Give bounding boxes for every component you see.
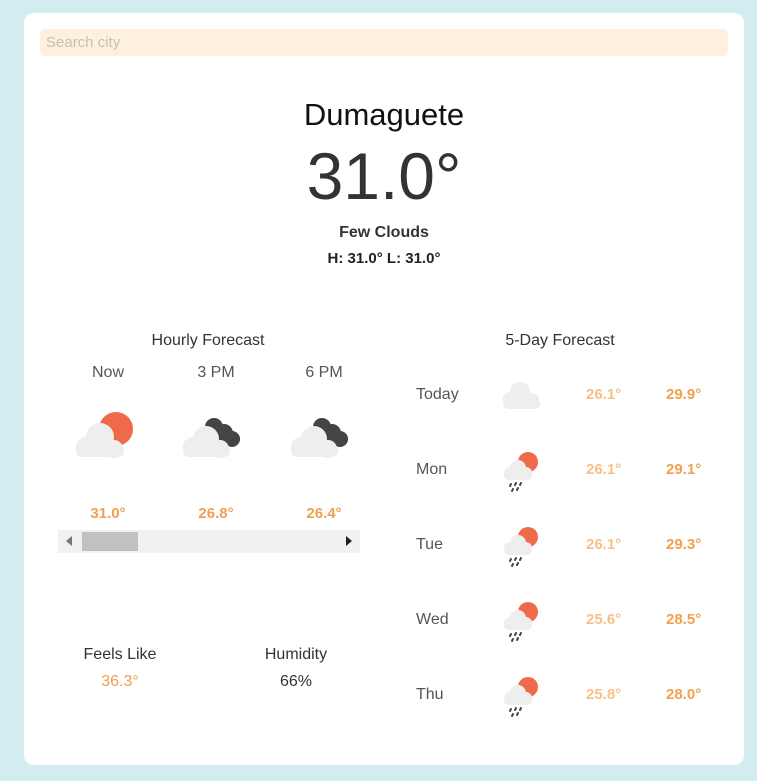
- search-input[interactable]: [40, 29, 728, 56]
- dark-clouds-icon: [274, 409, 360, 469]
- weather-condition: Few Clouds: [339, 224, 429, 241]
- sun-cloud-rain-icon: [494, 666, 554, 722]
- city-name: Dumaguete: [303, 97, 465, 132]
- day-high: 28.0°: [666, 686, 702, 703]
- day-low: 26.1°: [586, 536, 622, 553]
- hour-label: 6 PM: [305, 364, 343, 381]
- day-high: 29.1°: [666, 461, 702, 478]
- sun-cloud-rain-icon: [494, 441, 554, 497]
- humidity-label: Humidity: [264, 646, 328, 663]
- day-low: 26.1°: [586, 461, 622, 478]
- feels-like-stat: Feels Like 36.3°: [60, 646, 180, 691]
- day-high: 28.5°: [666, 611, 702, 628]
- day-low: 25.6°: [586, 611, 622, 628]
- hour-temp: 31.0°: [90, 505, 126, 522]
- feels-like-value: 36.3°: [101, 673, 139, 690]
- high-temp: 31.0°: [347, 250, 383, 267]
- dark-clouds-icon: [166, 409, 266, 469]
- day-high: 29.3°: [666, 536, 702, 553]
- daily-forecast-title: 5-Day Forecast: [505, 332, 615, 349]
- daily-row: Today 26.1° 29.9°: [416, 366, 716, 426]
- day-name: Mon: [416, 461, 448, 478]
- hour-temp: 26.8°: [198, 505, 234, 522]
- scroll-right-icon[interactable]: [346, 536, 352, 546]
- hour-label: 3 PM: [197, 364, 235, 381]
- low-label: L:: [386, 250, 402, 267]
- humidity-stat: Humidity 66%: [236, 646, 356, 691]
- sun-cloud-rain-icon: [494, 516, 554, 572]
- daily-row: Thu 25.8° 28.0°: [416, 666, 716, 726]
- scroll-left-icon[interactable]: [66, 536, 72, 546]
- daily-row: Mon 26.1° 29.1°: [416, 441, 716, 501]
- sun-behind-cloud-icon: [58, 409, 158, 469]
- low-temp: 31.0°: [405, 250, 441, 267]
- hourly-item: 6 PM 26.4°: [274, 363, 360, 522]
- daily-row: Wed 25.6° 28.5°: [416, 591, 716, 651]
- day-low: 25.8°: [586, 686, 622, 703]
- hourly-item: Now 31.0°: [58, 363, 158, 522]
- day-name: Wed: [416, 611, 449, 628]
- hourly-scrollbar[interactable]: [58, 530, 360, 553]
- feels-like-label: Feels Like: [83, 646, 157, 663]
- day-name: Tue: [416, 536, 443, 553]
- day-low: 26.1°: [586, 386, 622, 403]
- daily-row: Tue 26.1° 29.3°: [416, 516, 716, 576]
- hour-temp: 26.4°: [306, 505, 342, 522]
- day-name: Today: [416, 386, 459, 403]
- humidity-value: 66%: [279, 673, 313, 690]
- scrollbar-thumb[interactable]: [82, 532, 138, 551]
- sun-cloud-rain-icon: [494, 591, 554, 647]
- hourly-forecast-title: Hourly Forecast: [151, 332, 265, 349]
- day-name: Thu: [416, 686, 444, 703]
- high-label: H:: [327, 250, 344, 267]
- day-high: 29.9°: [666, 386, 702, 403]
- current-temperature: 31.0°: [306, 139, 462, 213]
- hour-label: Now: [91, 364, 124, 381]
- high-low: H: 31.0° L: 31.0°: [24, 250, 744, 267]
- cloud-icon: [494, 366, 554, 422]
- weather-card: Dumaguete 31.0° Few Clouds H: 31.0° L: 3…: [24, 13, 744, 765]
- hourly-forecast-strip[interactable]: Now 31.0° 3 PM 26.8° 6 PM 26.4°: [58, 363, 360, 525]
- hourly-item: 3 PM 26.8°: [166, 363, 266, 522]
